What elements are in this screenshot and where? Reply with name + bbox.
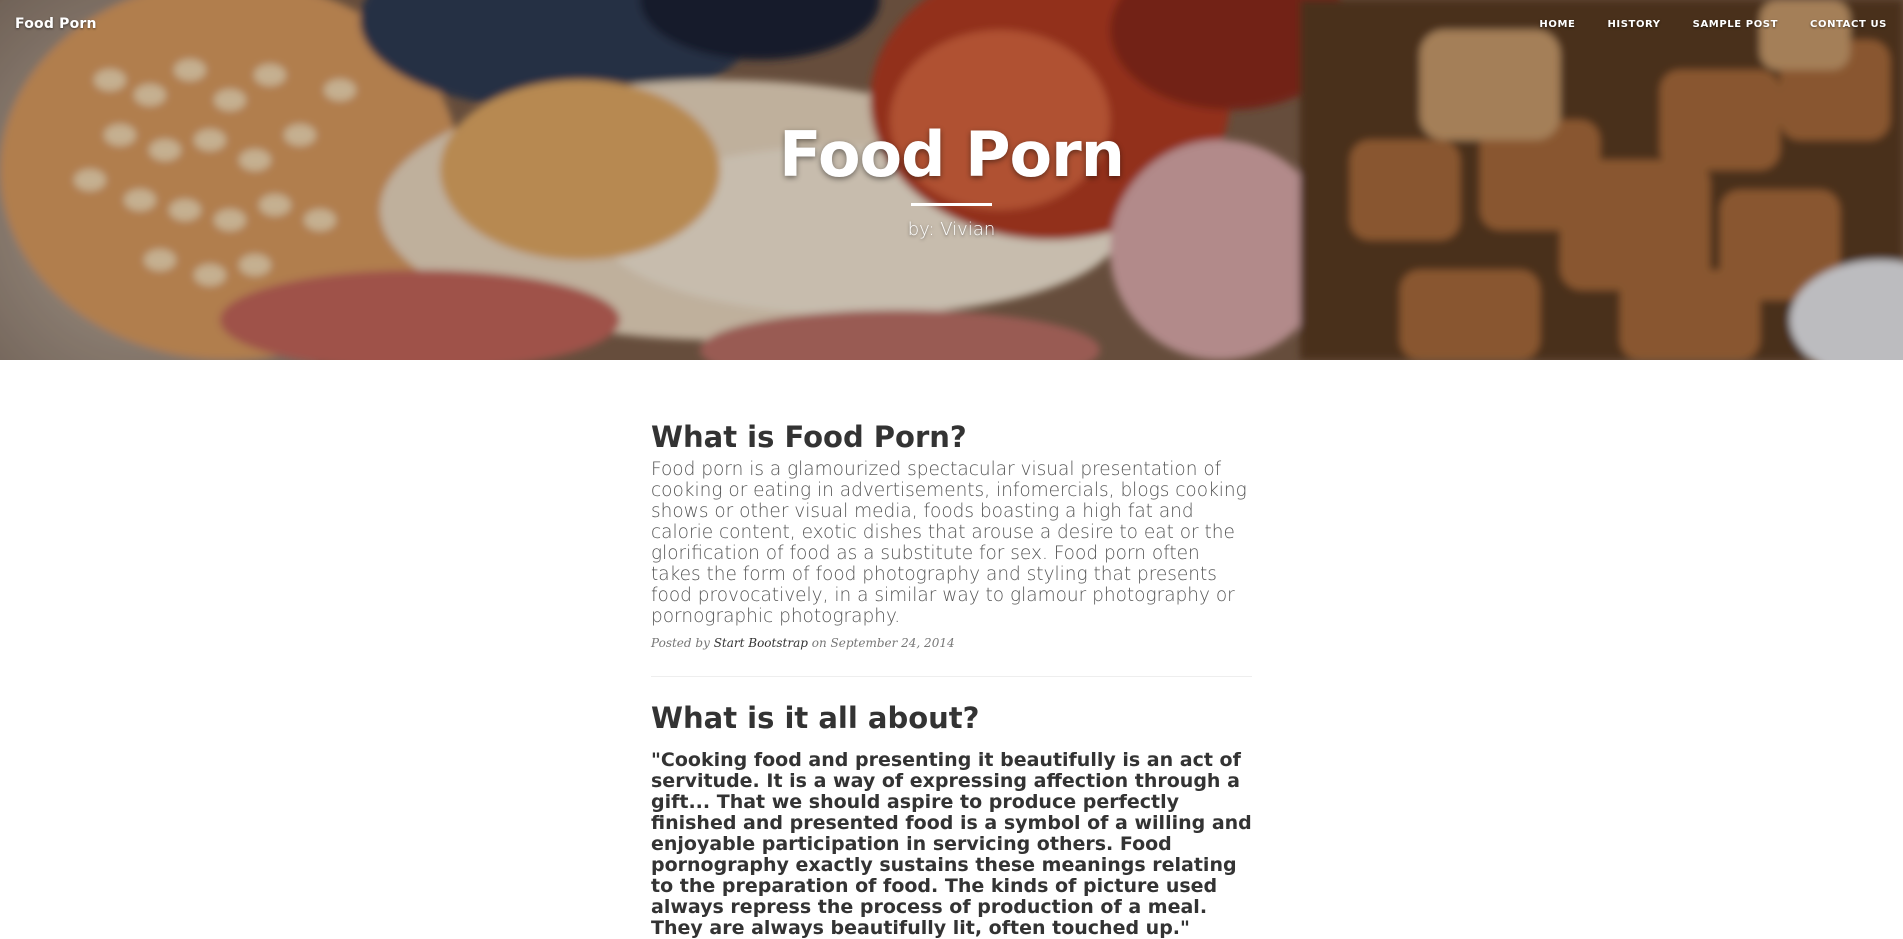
post-meta: Posted by Start Bootstrap on September 2… [651, 636, 1252, 650]
post-date: September 24, 2014 [830, 635, 955, 650]
post-subtitle: Food porn is a glamourized spectacular v… [651, 458, 1247, 627]
nav-home[interactable]: HOME [1539, 19, 1575, 30]
hero-title: Food Porn [779, 118, 1125, 191]
post-divider [651, 675, 1252, 677]
nav-history[interactable]: HISTORY [1607, 19, 1660, 30]
top-nav: HOME HISTORY SAMPLE POST CONTACT US [1507, 19, 1887, 30]
post-preview: What is Food Porn? Food porn is a glamou… [651, 420, 1252, 650]
post-meta-prefix: Posted by [651, 635, 710, 650]
hero-divider [911, 203, 992, 206]
post-meta-on: on [811, 635, 827, 650]
hero-subtitle: by: Vivian [907, 219, 996, 240]
post-list: What is Food Porn? Food porn is a glamou… [651, 420, 1252, 939]
brand-logo[interactable]: Food Porn [15, 16, 97, 32]
post-quote: "Cooking food and presenting it beautifu… [651, 748, 1252, 939]
post-title[interactable]: What is Food Porn? [651, 420, 1252, 455]
hero-header: Food Porn HOME HISTORY SAMPLE POST CONTA… [0, 0, 1903, 360]
post-preview: What is it all about? "Cooking food and … [651, 701, 1252, 939]
nav-sample-post[interactable]: SAMPLE POST [1693, 19, 1778, 30]
post-author-link[interactable]: Start Bootstrap [714, 636, 808, 650]
post-title[interactable]: What is it all about? [651, 701, 1252, 736]
nav-contact-us[interactable]: CONTACT US [1810, 19, 1887, 30]
